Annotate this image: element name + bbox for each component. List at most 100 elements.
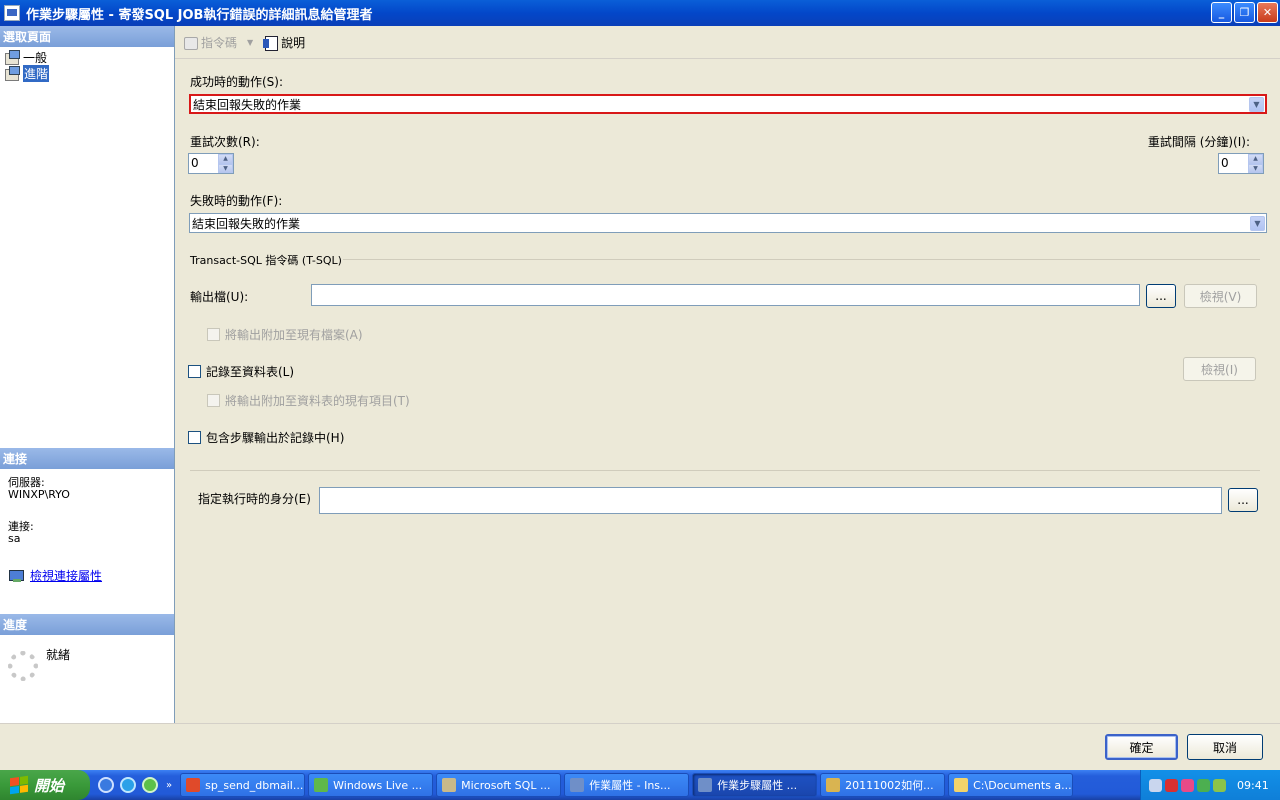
- document-icon: [826, 778, 841, 792]
- task-button[interactable]: 作業步驟屬性 ...: [692, 773, 818, 797]
- help-icon: [263, 35, 279, 51]
- chevron-down-icon[interactable]: ▼: [1249, 96, 1264, 112]
- retry-interval-stepper[interactable]: 0 ▲ ▼: [1218, 153, 1264, 174]
- stepper-up-icon[interactable]: ▲: [218, 154, 233, 164]
- checkbox-box[interactable]: [188, 431, 201, 444]
- checkbox-box[interactable]: [188, 365, 201, 378]
- window-controls: _ ❐ ✕: [1211, 2, 1278, 23]
- on-failure-dropdown[interactable]: 結束回報失敗的作業 ▼: [189, 213, 1267, 233]
- app-tray-icon[interactable]: [1181, 778, 1194, 792]
- ok-button[interactable]: 確定: [1105, 734, 1178, 760]
- close-button[interactable]: ✕: [1257, 2, 1278, 23]
- task-button[interactable]: Windows Live ...: [308, 773, 434, 797]
- user-status-icon[interactable]: [1213, 778, 1226, 792]
- log-to-table-checkbox[interactable]: 記錄至資料表(L): [188, 363, 294, 380]
- cancel-button[interactable]: 取消: [1187, 734, 1263, 760]
- page-list: 一般 進階: [0, 47, 174, 448]
- include-step-output-checkbox[interactable]: 包含步驟輸出於記錄中(H): [188, 429, 344, 446]
- progress-header: 進度: [0, 614, 174, 635]
- task-button[interactable]: sp_send_dbmail...: [180, 773, 306, 797]
- checkbox-box[interactable]: [207, 394, 220, 407]
- chrome-icon: [186, 778, 201, 792]
- folder-icon: [954, 778, 969, 792]
- windows-live-icon: [314, 778, 329, 792]
- output-file-label: 輸出檔(U):: [190, 290, 249, 304]
- stepper-down-icon[interactable]: ▼: [1248, 163, 1263, 173]
- on-failure-value: 結束回報失敗的作業: [192, 216, 301, 231]
- retry-attempts-stepper[interactable]: 0 ▲ ▼: [188, 153, 234, 174]
- connection-properties-icon: [9, 569, 25, 583]
- property-page-icon: [4, 50, 20, 65]
- checkbox-box[interactable]: [207, 328, 220, 341]
- window-app-icon[interactable]: [4, 5, 20, 21]
- quick-launch-more-icon[interactable]: »: [166, 780, 172, 791]
- connection-header: 連接: [0, 448, 174, 469]
- security-icon[interactable]: [1165, 778, 1178, 792]
- stepper-down-icon[interactable]: ▼: [218, 163, 233, 173]
- connection-value: sa: [8, 532, 21, 545]
- stepper-up-icon[interactable]: ▲: [1248, 154, 1263, 164]
- title-bar: 作業步驟屬性 - 寄發SQL JOB執行錯誤的詳細訊息給管理者 _ ❐ ✕: [0, 0, 1280, 26]
- dialog-window-icon: [570, 778, 585, 792]
- task-label: C:\Documents a...: [973, 778, 1072, 792]
- dialog-button-bar: 確定 取消: [0, 723, 1280, 770]
- task-label: sp_send_dbmail...: [205, 778, 304, 792]
- script-label: 指令碼: [201, 35, 238, 50]
- minimize-button[interactable]: _: [1211, 2, 1232, 23]
- select-page-header: 選取頁面: [0, 26, 174, 47]
- on-failure-label: 失敗時的動作(F):: [190, 194, 283, 208]
- view-table-log-button[interactable]: 檢視(I): [1183, 357, 1256, 381]
- start-label: 開始: [34, 776, 65, 795]
- script-dropdown-arrow-icon[interactable]: ▼: [247, 38, 253, 47]
- task-button[interactable]: 作業屬性 - Ins...: [564, 773, 690, 797]
- restore-button[interactable]: ❐: [1234, 2, 1255, 23]
- on-success-value: 結束回報失敗的作業: [193, 97, 302, 112]
- page-item-advanced[interactable]: 進階: [0, 64, 174, 82]
- ie8-icon[interactable]: [120, 777, 136, 793]
- property-page-icon: [4, 66, 20, 81]
- chevron-down-icon[interactable]: ▼: [1250, 215, 1265, 231]
- run-as-input[interactable]: [319, 487, 1222, 514]
- view-connection-properties-text[interactable]: 檢視連接屬性: [30, 567, 102, 584]
- network-icon[interactable]: [1149, 778, 1162, 792]
- left-pane: 選取頁面 一般 進階 連接 伺服器: WINXP\RYO 連接: sa 檢視連接…: [0, 26, 175, 723]
- start-button[interactable]: 開始: [0, 770, 90, 800]
- connection-section: 伺服器: WINXP\RYO 連接: sa 檢視連接屬性: [0, 469, 174, 614]
- append-output-table-label: 將輸出附加至資料表的現有項目(T): [225, 394, 410, 408]
- script-button[interactable]: 指令碼: [183, 34, 237, 51]
- tsql-group-label: Transact-SQL 指令碼 (T-SQL): [190, 254, 342, 267]
- on-success-label: 成功時的動作(S):: [190, 75, 284, 89]
- tsql-group-divider: [343, 259, 1260, 260]
- run-as-browse-button[interactable]: ...: [1228, 488, 1258, 512]
- view-output-file-button[interactable]: 檢視(V): [1184, 284, 1257, 308]
- task-label: 20111002如何...: [845, 779, 934, 792]
- append-output-file-checkbox[interactable]: 將輸出附加至現有檔案(A): [207, 326, 363, 343]
- task-label: 作業步驟屬性 ...: [717, 779, 798, 792]
- log-to-table-label: 記錄至資料表(L): [206, 365, 295, 379]
- task-button[interactable]: 20111002如何...: [820, 773, 946, 797]
- page-item-general[interactable]: 一般: [0, 49, 174, 65]
- clock: 09:41: [1237, 778, 1269, 792]
- task-buttons: sp_send_dbmail... Windows Live ... Micro…: [180, 770, 1074, 800]
- dialog-window-icon: [698, 778, 713, 792]
- task-label: Windows Live ...: [333, 778, 423, 792]
- ie-icon[interactable]: [98, 777, 114, 793]
- page-item-label: 一般: [23, 50, 48, 65]
- task-label: Microsoft SQL ...: [461, 778, 551, 792]
- output-file-browse-button[interactable]: ...: [1146, 284, 1176, 308]
- refresh-icon[interactable]: [142, 777, 158, 793]
- help-label: 說明: [281, 35, 306, 50]
- task-button[interactable]: C:\Documents a...: [948, 773, 1074, 797]
- help-button[interactable]: 說明: [263, 34, 305, 51]
- messenger-icon[interactable]: [1197, 778, 1210, 792]
- append-output-table-checkbox[interactable]: 將輸出附加至資料表的現有項目(T): [207, 392, 410, 409]
- retry-attempts-value: 0: [191, 156, 199, 170]
- output-file-input[interactable]: [311, 284, 1140, 306]
- retry-interval-label: 重試間隔 (分鐘)(I):: [1147, 135, 1250, 149]
- view-connection-properties-link[interactable]: 檢視連接屬性: [9, 567, 166, 584]
- windows-logo-icon: [10, 775, 28, 795]
- task-button[interactable]: Microsoft SQL ...: [436, 773, 562, 797]
- progress-status: 就緒: [46, 648, 71, 662]
- server-value: WINXP\RYO: [8, 488, 70, 501]
- on-success-dropdown[interactable]: 結束回報失敗的作業 ▼: [189, 94, 1267, 114]
